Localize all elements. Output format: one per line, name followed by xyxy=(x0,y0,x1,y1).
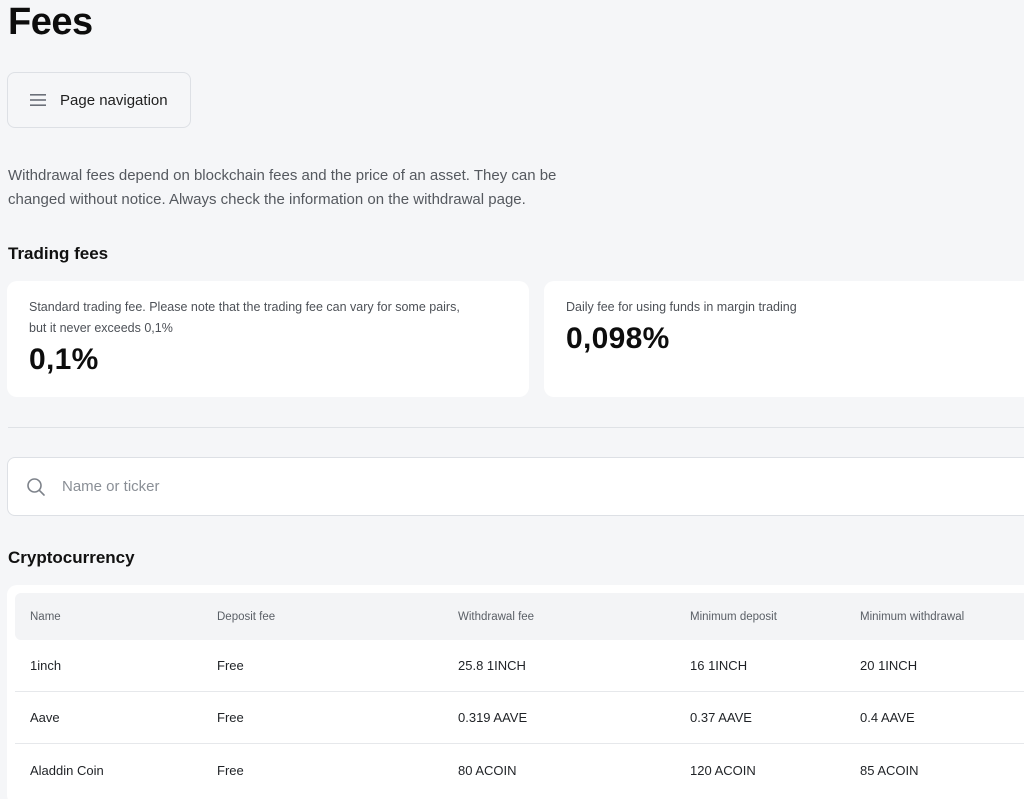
crypto-table: Name Deposit fee Withdrawal fee Minimum … xyxy=(7,585,1024,799)
standard-fee-value: 0,1% xyxy=(29,343,99,376)
page-title: Fees xyxy=(8,1,93,43)
intro-line-1: Withdrawal fees depend on blockchain fee… xyxy=(8,167,557,184)
cell-name: Aave xyxy=(30,710,60,725)
search-input[interactable] xyxy=(62,478,662,495)
margin-fee-value: 0,098% xyxy=(566,322,670,355)
table-row: Aave Free 0.319 AAVE 0.37 AAVE 0.4 AAVE xyxy=(15,692,1024,744)
column-header-name[interactable]: Name xyxy=(30,593,61,640)
intro-text: Withdrawal fees depend on blockchain fee… xyxy=(8,164,608,212)
cell-deposit-fee: Free xyxy=(217,762,244,778)
page-navigation-label: Page navigation xyxy=(60,91,168,109)
column-header-minimum-withdrawal[interactable]: Minimum withdrawal xyxy=(860,593,964,640)
menu-icon xyxy=(30,94,46,106)
cell-minimum-deposit: 120 ACOIN xyxy=(690,762,756,778)
table-row: Aladdin Coin Free 80 ACOIN 120 ACOIN 85 … xyxy=(15,744,1024,796)
intro-line-2: changed without notice. Always check the… xyxy=(8,191,526,208)
cell-deposit-fee: Free xyxy=(217,710,244,725)
cryptocurrency-title: Cryptocurrency xyxy=(8,548,135,567)
margin-fee-desc: Daily fee for using funds in margin trad… xyxy=(566,300,797,314)
column-header-withdrawal-fee[interactable]: Withdrawal fee xyxy=(458,593,534,640)
column-header-deposit-fee[interactable]: Deposit fee xyxy=(217,593,275,640)
column-header-minimum-deposit[interactable]: Minimum deposit xyxy=(690,593,777,640)
table-header: Name Deposit fee Withdrawal fee Minimum … xyxy=(15,593,1024,640)
page-navigation-button[interactable]: Page navigation xyxy=(7,72,191,128)
search-icon xyxy=(26,477,46,497)
standard-fee-desc-2: but it never exceeds 0,1% xyxy=(29,321,173,335)
cell-withdrawal-fee: 80 ACOIN xyxy=(458,762,517,778)
search-box[interactable] xyxy=(7,457,1024,516)
margin-fee-card: Daily fee for using funds in margin trad… xyxy=(544,281,1024,397)
cell-withdrawal-fee: 25.8 1INCH xyxy=(458,658,526,673)
cell-minimum-withdrawal: 20 1INCH xyxy=(860,658,918,673)
section-divider xyxy=(8,427,1024,428)
standard-fee-card: Standard trading fee. Please note that t… xyxy=(7,281,529,397)
cell-minimum-deposit: 0.37 AAVE xyxy=(690,710,752,725)
cell-name: 1inch xyxy=(30,658,62,673)
cell-deposit-fee: Free xyxy=(217,658,244,673)
cell-minimum-withdrawal: 85 ACOIN xyxy=(860,762,919,778)
standard-fee-desc-1: Standard trading fee. Please note that t… xyxy=(29,300,460,314)
cell-minimum-withdrawal: 0.4 AAVE xyxy=(860,710,915,725)
cell-name: Aladdin Coin xyxy=(30,762,104,778)
cell-withdrawal-fee: 0.319 AAVE xyxy=(458,710,528,725)
trading-fees-title: Trading fees xyxy=(8,244,109,263)
table-row: 1inch Free 25.8 1INCH 16 1INCH 20 1INCH xyxy=(15,640,1024,692)
cell-minimum-deposit: 16 1INCH xyxy=(690,658,748,673)
